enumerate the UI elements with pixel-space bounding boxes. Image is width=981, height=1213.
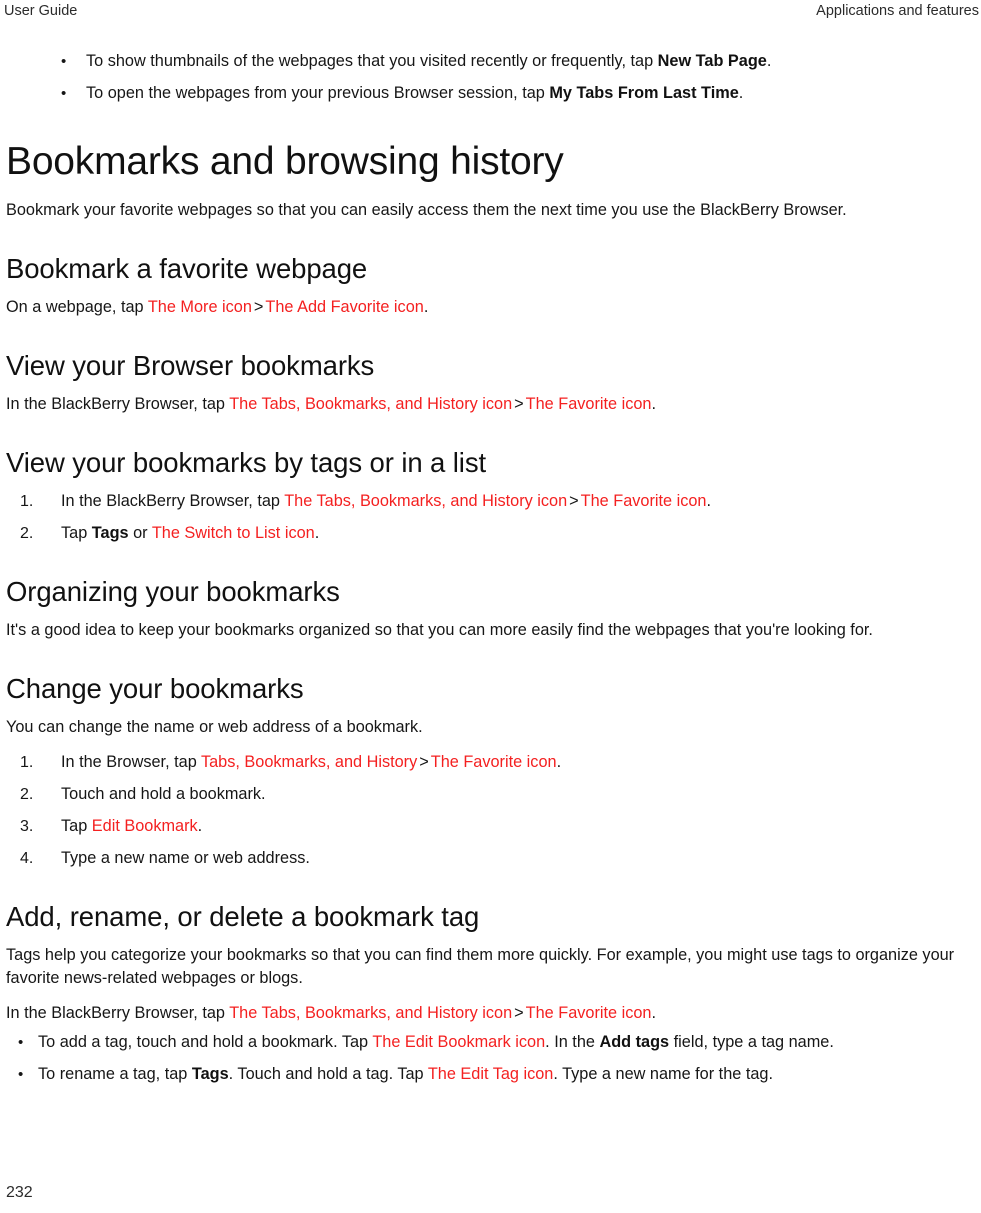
- section-intro-add-rename-or-delete-a-bookmark-tag: Tags help you categorize your bookmarks …: [6, 946, 955, 987]
- bullet-text-prefix: To rename a tag, tap: [38, 1065, 192, 1083]
- step-period: .: [314, 524, 320, 542]
- section-title-view-your-bookmarks-by-tags-or-in-a-list: View your bookmarks by tags or in a list: [6, 447, 487, 478]
- tabs-bookmarks-history-icon: The Tabs, Bookmarks, and History icon: [284, 492, 568, 510]
- chevron-separator: >: [419, 753, 429, 771]
- section-title-add-rename-or-delete-a-bookmark-tag: Add, rename, or delete a bookmark tag: [6, 901, 480, 932]
- list-item: Tap Tags or The Switch to List icon.: [6, 522, 974, 545]
- list-item: To show thumbnails of the webpages that …: [6, 50, 974, 73]
- bullet-text-suffix: . Type a new name for the tag.: [553, 1065, 773, 1083]
- edit-bookmark-icon: The Edit Bookmark icon: [372, 1033, 546, 1051]
- chevron-separator: >: [514, 1004, 524, 1022]
- bullet-text-mid: . Touch and hold a tag. Tap: [228, 1065, 428, 1083]
- bullet-text-prefix: To open the webpages from your previous …: [86, 84, 550, 102]
- ui-label-tags: Tags: [191, 1065, 229, 1083]
- more-icon: The More icon: [147, 298, 252, 316]
- ui-label-new-tab-page: New Tab Page: [657, 52, 767, 70]
- chevron-separator: >: [569, 492, 579, 510]
- instruction-prefix: In the BlackBerry Browser, tap: [6, 1004, 230, 1022]
- chevron-separator: >: [253, 298, 264, 316]
- page-content: To show thumbnails of the webpages that …: [6, 50, 974, 1096]
- instruction-period: .: [651, 1004, 656, 1022]
- list-item: Type a new name or web address.: [6, 847, 974, 870]
- ui-label-add-tags: Add tags: [599, 1033, 670, 1051]
- top-bullet-list: To show thumbnails of the webpages that …: [6, 50, 974, 105]
- steps-change-your-bookmarks: In the Browser, tap Tabs, Bookmarks, and…: [6, 751, 974, 870]
- favorite-icon: The Favorite icon: [580, 492, 707, 510]
- step-prefix: Tap: [61, 524, 92, 542]
- page-number: 232: [6, 1184, 33, 1201]
- running-header-left: User Guide: [4, 3, 78, 19]
- list-item: In the Browser, tap Tabs, Bookmarks, and…: [6, 751, 974, 774]
- switch-to-list-icon: The Switch to List icon: [151, 524, 315, 542]
- ui-label-tags: Tags: [91, 524, 129, 542]
- instruction-prefix: In the BlackBerry Browser, tap: [6, 395, 230, 413]
- step-text: Type a new name or web address.: [61, 849, 310, 867]
- step-period: .: [706, 492, 711, 510]
- bullet-text-suffix: field, type a tag name.: [669, 1033, 834, 1051]
- step-mid: or: [128, 524, 152, 542]
- list-item: To add a tag, touch and hold a bookmark.…: [6, 1031, 974, 1054]
- favorite-icon: The Favorite icon: [430, 753, 557, 771]
- instruction-period: .: [651, 395, 656, 413]
- tabs-bookmarks-history-icon: Tabs, Bookmarks, and History: [200, 753, 418, 771]
- bullet-text-suffix: .: [738, 84, 744, 102]
- tabs-bookmarks-history-icon: The Tabs, Bookmarks, and History icon: [229, 1004, 513, 1022]
- running-header: User Guide Applications and features: [0, 0, 981, 22]
- steps-view-your-bookmarks-by-tags-or-in-a-list: In the BlackBerry Browser, tap The Tabs,…: [6, 490, 974, 545]
- section-intro-organizing-your-bookmarks: It's a good idea to keep your bookmarks …: [6, 621, 873, 639]
- bullet-text-prefix: To show thumbnails of the webpages that …: [86, 52, 658, 70]
- step-period: .: [556, 753, 562, 771]
- edit-tag-icon: The Edit Tag icon: [427, 1065, 554, 1083]
- document-page: User Guide Applications and features To …: [0, 0, 981, 1213]
- section-title-change-your-bookmarks: Change your bookmarks: [6, 673, 304, 704]
- section-title-bookmarks-and-browsing-history: Bookmarks and browsing history: [6, 140, 564, 183]
- section-intro-bookmarks-and-browsing-history: Bookmark your favorite webpages so that …: [6, 201, 847, 219]
- step-prefix: In the Browser, tap: [61, 753, 201, 771]
- list-item: In the BlackBerry Browser, tap The Tabs,…: [6, 490, 974, 513]
- bullet-text-prefix: To add a tag, touch and hold a bookmark.…: [38, 1033, 373, 1051]
- instruction-add-rename-or-delete-a-bookmark-tag: In the BlackBerry Browser, tap The Tabs,…: [6, 1002, 974, 1025]
- bullet-list-add-rename-or-delete-a-bookmark-tag: To add a tag, touch and hold a bookmark.…: [6, 1031, 974, 1086]
- instruction-prefix: On a webpage, tap: [6, 298, 148, 316]
- chevron-separator: >: [514, 395, 524, 413]
- step-period: .: [197, 817, 203, 835]
- section-title-organizing-your-bookmarks: Organizing your bookmarks: [6, 576, 340, 607]
- section-title-bookmark-a-favorite-webpage: Bookmark a favorite webpage: [6, 253, 368, 284]
- list-item: Tap Edit Bookmark.: [6, 815, 974, 838]
- list-item: Touch and hold a bookmark.: [6, 783, 974, 806]
- bullet-text-suffix: .: [766, 52, 772, 70]
- instruction-bookmark-a-favorite-webpage: On a webpage, tap The More icon > The Add …: [6, 296, 974, 319]
- add-favorite-icon: The Add Favorite icon: [265, 298, 424, 316]
- instruction-period: .: [423, 298, 429, 316]
- ui-label-my-tabs-from-last-time: My Tabs From Last Time: [549, 84, 739, 102]
- section-title-view-your-browser-bookmarks: View your Browser bookmarks: [6, 350, 375, 381]
- running-header-right: Applications and features: [816, 3, 979, 19]
- bullet-text-mid: . In the: [545, 1033, 600, 1051]
- list-item: To rename a tag, tap Tags. Touch and hol…: [6, 1063, 974, 1086]
- step-prefix: In the BlackBerry Browser, tap: [61, 492, 285, 510]
- tabs-bookmarks-history-icon: The Tabs, Bookmarks, and History icon: [229, 395, 513, 413]
- favorite-icon: The Favorite icon: [525, 395, 652, 413]
- section-intro-change-your-bookmarks: You can change the name or web address o…: [6, 718, 423, 736]
- instruction-view-your-browser-bookmarks: In the BlackBerry Browser, tap The Tabs,…: [6, 393, 974, 416]
- step-text: Touch and hold a bookmark.: [61, 785, 266, 803]
- step-prefix: Tap: [61, 817, 92, 835]
- favorite-icon: The Favorite icon: [525, 1004, 652, 1022]
- list-item: To open the webpages from your previous …: [6, 82, 974, 105]
- edit-bookmark-icon: Edit Bookmark: [91, 817, 198, 835]
